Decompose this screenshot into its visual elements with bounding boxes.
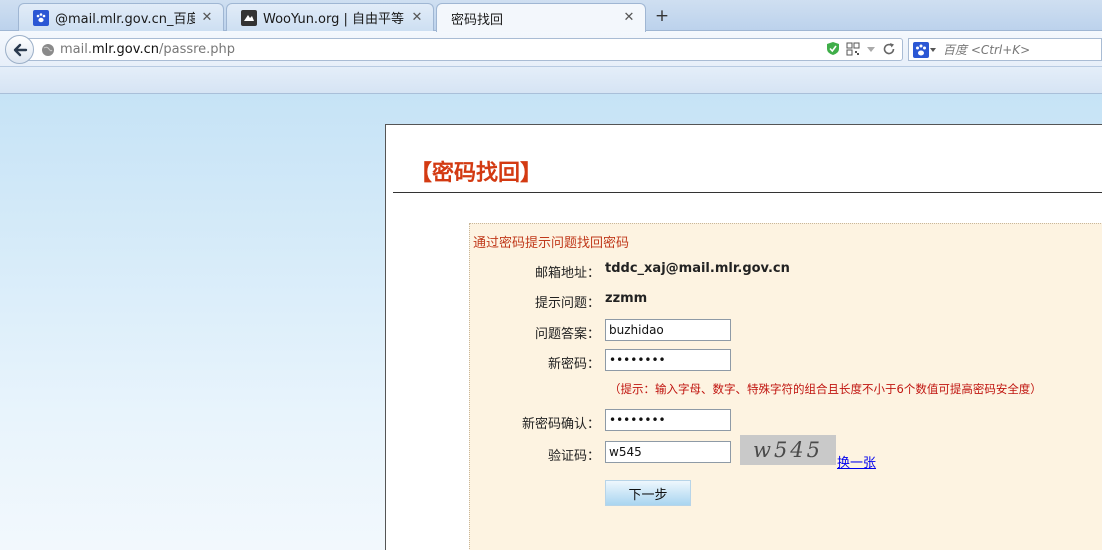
- tab-wooyun[interactable]: WooYun.org | 自由平等... ✕: [226, 3, 434, 31]
- email-label: 邮箱地址：: [534, 266, 600, 281]
- baidu-paw-icon: [33, 9, 49, 26]
- captcha-image: w545: [740, 435, 836, 465]
- wooyun-icon: [241, 9, 257, 26]
- email-row: 邮箱地址： tddc_xaj@mail.mlr.gov.cn: [470, 258, 1102, 282]
- search-placeholder: 百度 <Ctrl+K>: [943, 43, 1031, 57]
- answer-row: 问题答案：: [470, 319, 1102, 343]
- tab-title: WooYun.org | 自由平等...: [263, 12, 405, 27]
- page-content: 【密码找回】 通过密码提示问题找回密码 邮箱地址： tddc_xaj@mail.…: [0, 94, 1102, 550]
- title-divider: [393, 192, 1102, 193]
- close-icon[interactable]: ✕: [621, 10, 637, 26]
- next-step-button[interactable]: 下一步: [605, 480, 691, 506]
- recovery-form: 通过密码提示问题找回密码 邮箱地址： tddc_xaj@mail.mlr.gov…: [469, 223, 1102, 550]
- reload-icon[interactable]: [882, 42, 896, 56]
- question-row: 提示问题： zzmm: [470, 288, 1102, 312]
- password-hint: （提示：输入字母、数字、特殊字符的组合且长度不小于6个数值可提高密码安全度）: [609, 382, 1042, 396]
- address-bar[interactable]: mail.mlr.gov.cn/passre.php: [27, 38, 903, 61]
- close-icon[interactable]: ✕: [199, 10, 215, 26]
- confirm-password-row: 新密码确认：: [470, 409, 1102, 433]
- dropdown-arrow-icon[interactable]: [866, 42, 876, 56]
- page-title: 【密码找回】: [410, 160, 543, 186]
- url-text[interactable]: mail.mlr.gov.cn/passre.php: [60, 42, 235, 57]
- tab-title: 密码找回: [451, 12, 504, 28]
- recovery-panel: 【密码找回】 通过密码提示问题找回密码 邮箱地址： tddc_xaj@mail.…: [385, 124, 1102, 550]
- bookmarks-bar: [0, 67, 1102, 94]
- new-tab-button[interactable]: +: [652, 6, 672, 26]
- tab-strip: @mail.mlr.gov.cn_百度搜... ✕ WooYun.org | 自…: [0, 0, 1102, 32]
- question-label: 提示问题：: [534, 296, 600, 311]
- navigation-toolbar: mail.mlr.gov.cn/passre.php 百度 <Ctrl+K>: [0, 31, 1102, 67]
- qr-code-icon[interactable]: [846, 42, 860, 56]
- answer-input[interactable]: [605, 319, 731, 341]
- captcha-text: w545: [752, 438, 824, 462]
- captcha-input[interactable]: [605, 441, 731, 463]
- chevron-down-icon: [930, 47, 936, 52]
- search-bar[interactable]: 百度 <Ctrl+K>: [908, 38, 1102, 61]
- question-value: zzmm: [605, 291, 648, 306]
- close-icon[interactable]: ✕: [409, 10, 425, 26]
- form-lead: 通过密码提示问题找回密码: [473, 236, 630, 251]
- confirm-password-label: 新密码确认：: [521, 417, 600, 432]
- globe-icon: [42, 43, 54, 56]
- refresh-captcha-link[interactable]: 换一张: [837, 452, 876, 471]
- baidu-paw-icon: [913, 41, 929, 58]
- email-value: tddc_xaj@mail.mlr.gov.cn: [605, 261, 790, 276]
- shield-icon[interactable]: [826, 41, 840, 56]
- new-password-row: 新密码：: [470, 349, 1102, 373]
- back-arrow-icon: [13, 43, 27, 56]
- back-button[interactable]: [5, 35, 34, 64]
- tab-title: @mail.mlr.gov.cn_百度搜...: [55, 12, 195, 27]
- tab-password-recovery[interactable]: 密码找回 ✕: [436, 3, 646, 32]
- search-engine-selector[interactable]: [909, 41, 939, 58]
- new-password-label: 新密码：: [547, 357, 600, 372]
- answer-label: 问题答案：: [534, 327, 600, 342]
- confirm-password-input[interactable]: [605, 409, 731, 431]
- captcha-label: 验证码：: [547, 449, 600, 464]
- tab-baidu-search[interactable]: @mail.mlr.gov.cn_百度搜... ✕: [18, 3, 224, 31]
- new-password-input[interactable]: [605, 349, 731, 371]
